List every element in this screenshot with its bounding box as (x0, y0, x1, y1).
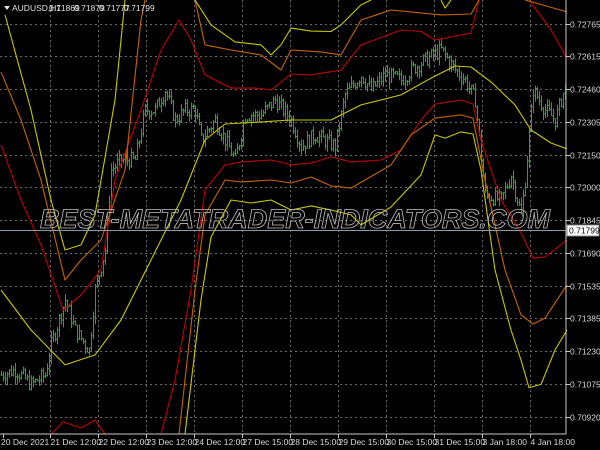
time-tick-label: 21 Dec 12:00 (51, 437, 102, 447)
time-tick-label: 3 Jan 18:00 (483, 437, 528, 447)
price-tick-label: 0.72765 (570, 20, 600, 30)
price-chart[interactable]: BEST-METATRADER-INDICATORS.COM 0.72765 0.… (0, 0, 600, 450)
current-price-label: 0.71799 (566, 224, 600, 237)
close-value: 0.71799 (124, 3, 155, 13)
price-tick-label: 0.70920 (570, 413, 600, 423)
time-tick-label: 23 Dec 12:00 (147, 437, 198, 447)
time-tick-label: 29 Dec 15:00 (339, 437, 390, 447)
price-tick-label: 0.71230 (570, 347, 600, 357)
time-tick-label: 20 Dec 2021 (1, 437, 49, 447)
price-tick-label: 0.71075 (570, 380, 600, 390)
price-tick-label: 0.71535 (570, 282, 600, 292)
chart-header: AUDUSD,H1 0.71869 0.71879 0.71777 0.7179… (4, 3, 155, 13)
price-tick-label: 0.72615 (570, 52, 600, 62)
time-tick-label: 30 Dec 15:00 (387, 437, 438, 447)
price-tick-label: 0.72460 (570, 85, 600, 95)
current-price-value: 0.71799 (569, 226, 600, 236)
time-tick-label: 27 Dec 15:00 (243, 437, 294, 447)
time-tick-label: 24 Dec 12:00 (195, 437, 246, 447)
price-tick-label: 0.72000 (570, 183, 600, 193)
time-tick-label: 28 Dec 15:00 (291, 437, 342, 447)
time-tick-label: 4 Jan 18:00 (531, 437, 576, 447)
watermark: BEST-METATRADER-INDICATORS.COM (40, 204, 551, 234)
time-tick-label: 22 Dec 12:00 (99, 437, 150, 447)
price-tick-label: 0.72150 (570, 151, 600, 161)
price-tick-label: 0.72305 (570, 118, 600, 128)
price-tick-label: 0.71690 (570, 249, 600, 259)
price-tick-label: 0.71845 (570, 216, 600, 226)
price-tick-label: 0.71385 (570, 314, 600, 324)
time-tick-label: 31 Dec 15:00 (435, 437, 486, 447)
